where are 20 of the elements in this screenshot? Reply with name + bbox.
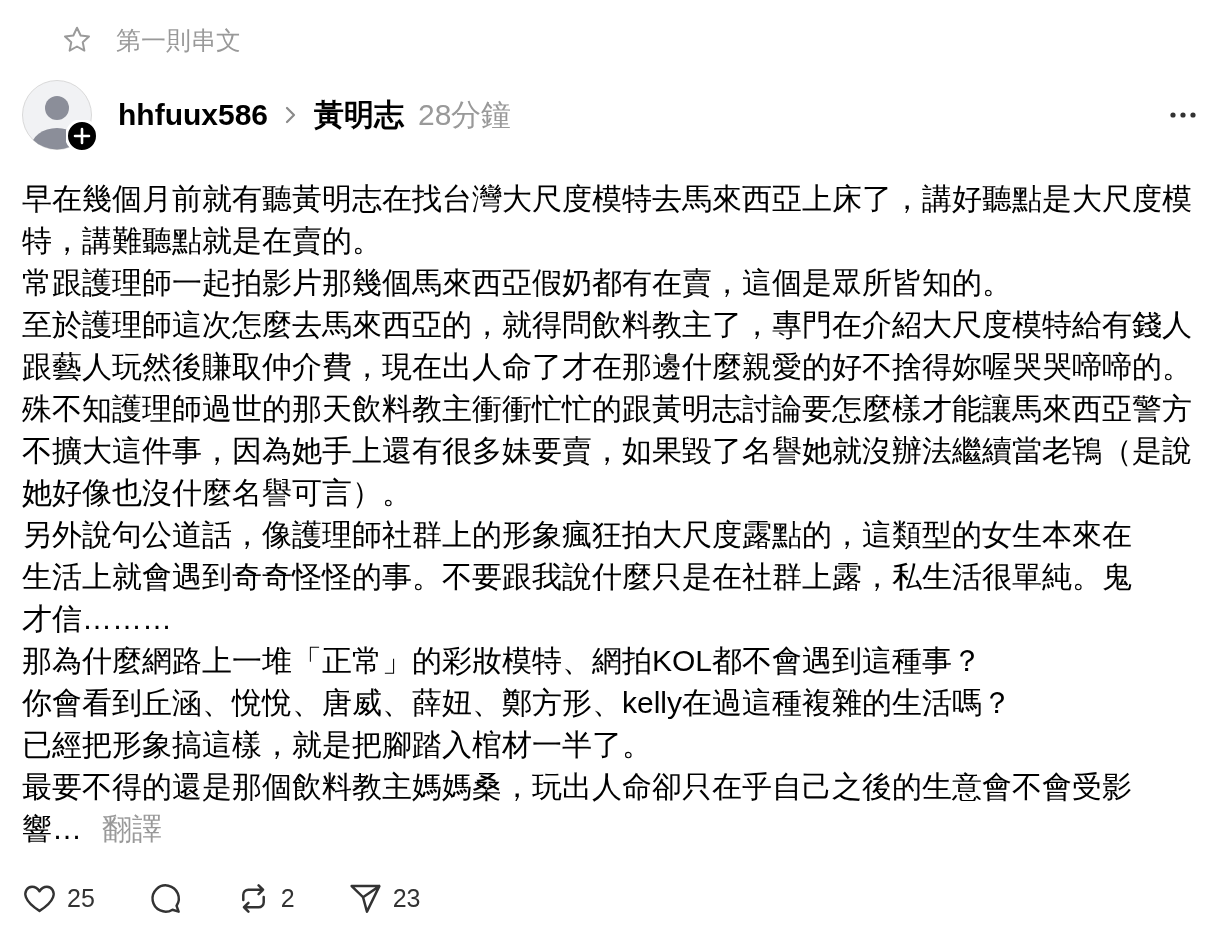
post-paragraph: 另外說句公道話，像護理師社群上的形象瘋狂拍大尺度露點的，這類型的女生本來在 生活上就會遇到奇奇怪怪的事。不要跟我說什麼只是在社群上露，私生活很單純。鬼 才信……… (22, 517, 1132, 637)
username-link[interactable]: hhfuux586 (118, 95, 269, 135)
post-time: 28分鐘 (418, 97, 512, 133)
post-paragraph: 那為什麼網路上一堆「正常」的彩妝模特、網拍KOL都不會遇到這種事？ (22, 643, 983, 679)
post-paragraph: 最要不得的還是那個飲料教主媽媽桑，玩出人命卻只在乎自己之後的生意會不會受影 響… 翻譯 (22, 769, 1132, 847)
share-button[interactable]: 23 (347, 880, 421, 916)
post-paragraph: 殊不知護理師過世的那天飲料教主衝衝忙忙的跟黃明志討論要怎麼樣才能讓馬來西亞警方 不擴大這件事，因為她手上還有很多妹要賣，如果毀了名譽她就沒辦法繼續當老鴇（是說 她好像也沒什麼名譽可言）。 (22, 391, 1192, 511)
repost-button[interactable]: 2 (235, 880, 295, 916)
post-paragraph: 已經把形象搞這樣，就是把腳踏入棺材一半了。 (22, 727, 652, 763)
post-paragraph: 你會看到丘涵、悅悅、唐威、薛妞、鄭方形、kelly在過這種複雜的生活嗎？ (22, 685, 1012, 721)
chevron-icon (285, 106, 297, 124)
post-paragraph: 常跟護理師一起拍影片那幾個馬來西亞假奶都有在賣，這個是眾所皆知的。 (22, 265, 1012, 301)
recipient-name[interactable]: 黃明志 (314, 95, 405, 135)
thread-label: 第一則串文 (116, 25, 241, 56)
post-paragraph: 早在幾個月前就有聽黃明志在找台灣大尺度模特去馬來西亞上床了，講好聽點是大尺度模 特，講難聽點就是在賣的。 (22, 181, 1192, 259)
more-icon[interactable] (1170, 112, 1196, 118)
post-paragraph: 至於護理師這次怎麼去馬來西亞的，就得問飲料教主了，專門在介紹大尺度模特給有錢人 跟藝人玩然後賺取仲介費，現在出人命了才在那邊什麼親愛的好不捨得妳喔哭哭啼啼的。 (22, 307, 1192, 385)
like-button[interactable]: 25 (22, 880, 95, 916)
star-icon (62, 25, 92, 55)
plus-badge-icon[interactable] (66, 120, 98, 152)
